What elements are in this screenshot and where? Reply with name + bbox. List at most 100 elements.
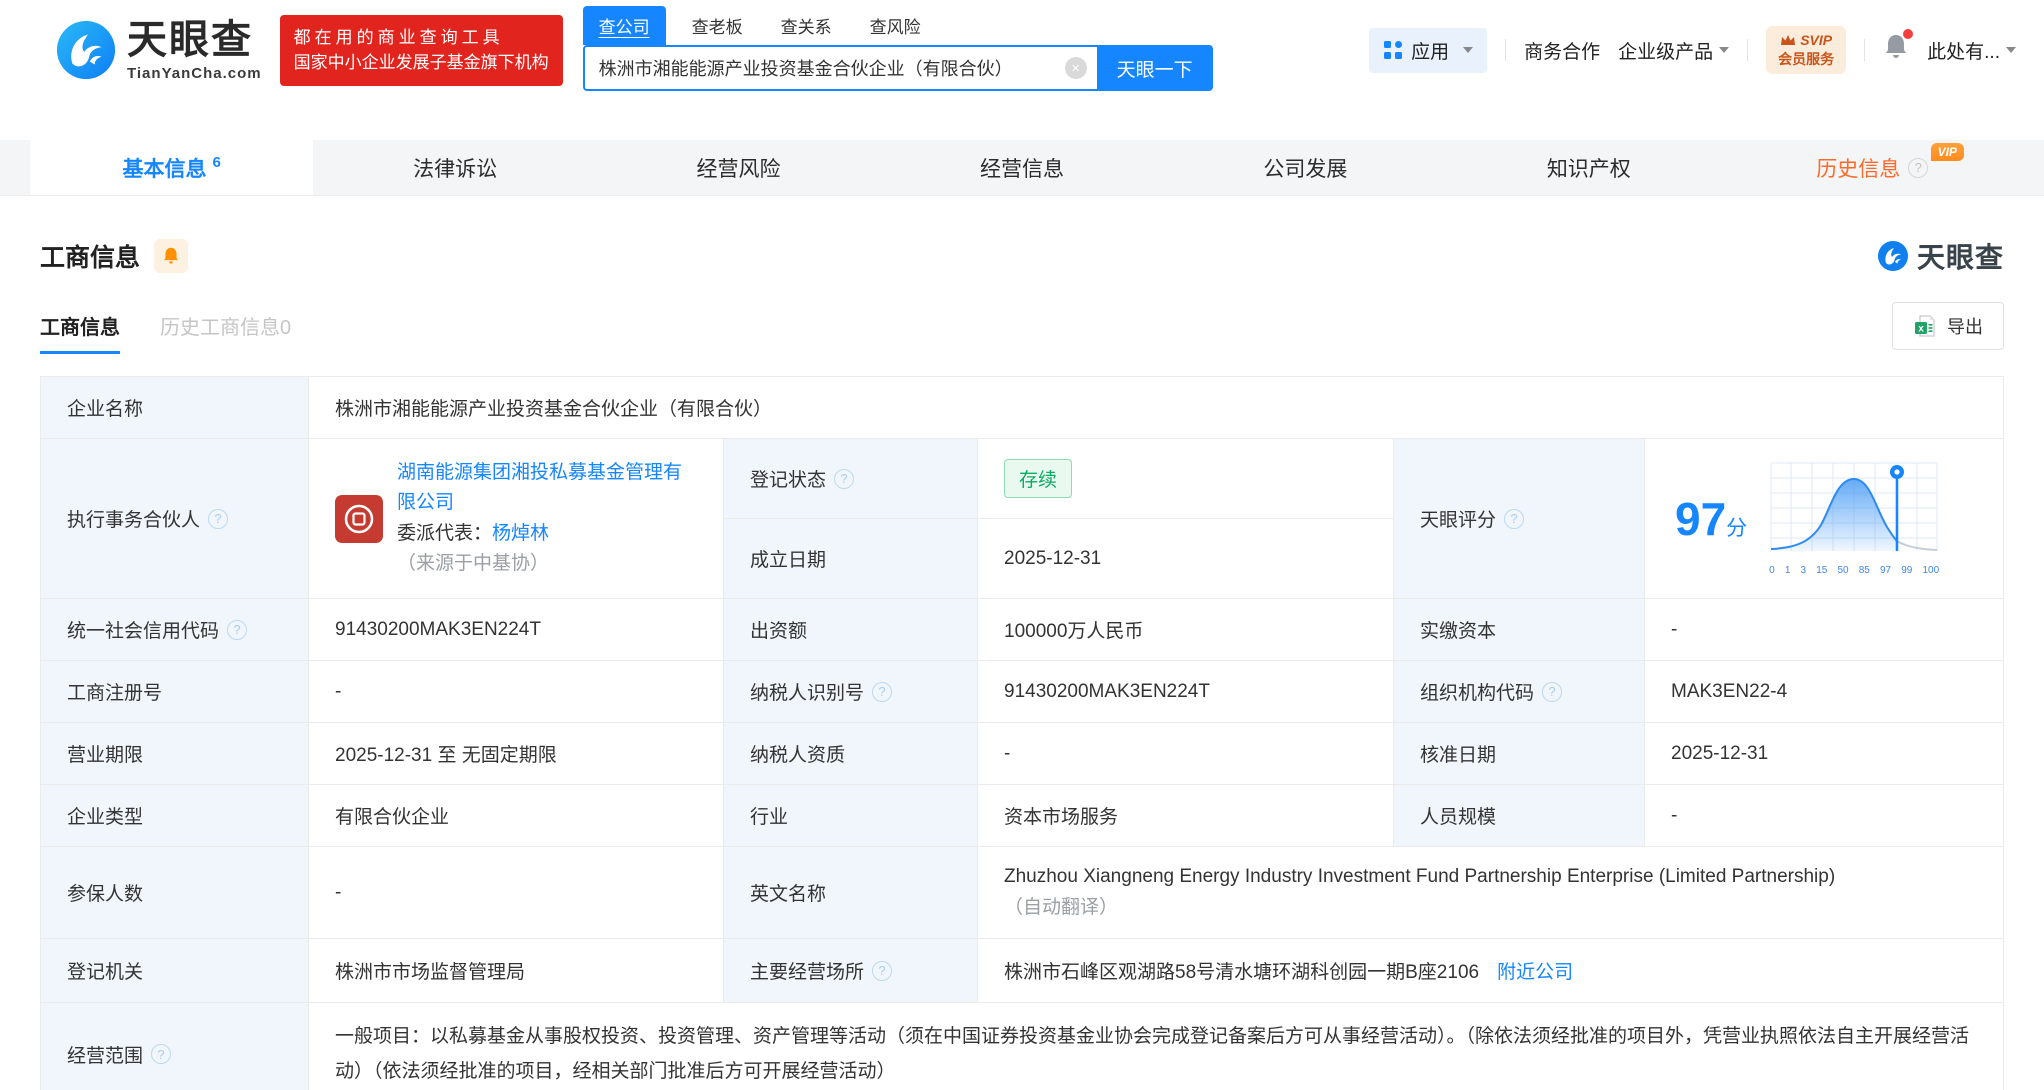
search-input[interactable] xyxy=(598,57,1065,79)
table-row: 参保人数 - 英文名称 Zhuzhou Xiangneng Energy Ind… xyxy=(41,847,2003,939)
bell-icon xyxy=(164,247,178,264)
table-row: 经营范围 一般项目：以私募基金从事股权投资、投资管理、资产管理等活动（须在中国证… xyxy=(41,1003,2003,1090)
company-tab-bar: 基本信息 6 法律诉讼 经营风险 经营信息 公司发展 知识产权 VIP 历史信息 xyxy=(0,140,2044,196)
export-button[interactable]: x 导出 xyxy=(1892,302,2004,350)
value-company-type: 有限合伙企业 xyxy=(309,785,724,846)
tab-intellectual-property[interactable]: 知识产权 xyxy=(1447,140,1730,195)
subtab-business-info[interactable]: 工商信息 xyxy=(40,311,120,354)
status-badge: 存续 xyxy=(1004,459,1073,498)
tab-legal-litigation[interactable]: 法律诉讼 xyxy=(313,140,596,195)
search-tab-company[interactable]: 查公司 xyxy=(582,6,666,45)
business-info-table: 企业名称 株洲市湘能能源产业投资基金合伙企业（有限合伙） 执行事务合伙人 湖南能… xyxy=(40,376,2004,1090)
nav-enterprise-products[interactable]: 企业级产品 xyxy=(1618,37,1730,64)
help-icon[interactable] xyxy=(872,681,893,702)
tianyancha-watermark: 天眼查 xyxy=(1877,236,2004,276)
slogan-badge: 都在用的商业查询工具 国家中小企业发展子基金旗下机构 xyxy=(279,14,563,86)
apps-grid-icon xyxy=(1384,41,1403,59)
tab-operation-info[interactable]: 经营信息 xyxy=(880,140,1163,195)
label-executive-partner: 执行事务合伙人 xyxy=(41,439,309,598)
partner-logo xyxy=(335,494,383,543)
chevron-down-icon xyxy=(1719,47,1730,53)
value-tyc-score: 97分 0 1 3 15 50 85 97 99 100 xyxy=(1645,439,2003,598)
help-icon[interactable] xyxy=(834,468,855,489)
value-credit-code: 91430200MAK3EN224T xyxy=(309,599,724,660)
label-company-type: 企业类型 xyxy=(41,785,309,846)
table-row: 执行事务合伙人 湖南能源集团湘投私募基金管理有限公司 委派代表：杨焯林 （来源于… xyxy=(41,439,2003,599)
value-org-code: MAK3EN22-4 xyxy=(1671,680,1788,702)
value-reg-status: 存续 xyxy=(978,439,1393,518)
label-establish-date: 成立日期 xyxy=(724,519,978,598)
search-button[interactable]: 天眼一下 xyxy=(1096,45,1213,91)
crown-icon xyxy=(1781,35,1796,46)
value-insured-count: - xyxy=(309,847,724,938)
label-english-name: 英文名称 xyxy=(724,847,978,938)
label-business-address: 主要经营场所 xyxy=(724,939,978,1002)
value-english-name: Zhuzhou Xiangneng Energy Industry Invest… xyxy=(1004,866,1836,918)
value-paid-capital: - xyxy=(1671,618,1678,640)
nav-user-menu[interactable]: 此处有... xyxy=(1927,37,2016,64)
label-insured-count: 参保人数 xyxy=(41,847,309,938)
table-row: 统一社会信用代码 91430200MAK3EN224T 出资额 100000万人… xyxy=(41,599,2003,661)
search-area: 查公司 查老板 查关系 查风险 天眼一下 xyxy=(582,6,1213,91)
label-company-name: 企业名称 xyxy=(41,377,309,438)
tab-basic-info[interactable]: 基本信息 6 xyxy=(30,140,314,195)
representative-link[interactable]: 杨焯林 xyxy=(492,523,549,544)
score-distribution-chart: 0 1 3 15 50 85 97 99 100 xyxy=(1769,461,1939,576)
brand-name: 天眼查 xyxy=(127,17,253,62)
value-taxpayer-id: 91430200MAK3EN224T xyxy=(978,661,1394,722)
score-axis-ticks: 0 1 3 15 50 85 97 99 100 xyxy=(1769,565,1940,576)
nearby-companies-link[interactable]: 附近公司 xyxy=(1497,957,1573,984)
label-paid-capital: 实缴资本 xyxy=(1394,599,1645,660)
value-business-scope: 一般项目：以私募基金从事股权投资、投资管理、资产管理等活动（须在中国证券投资基金… xyxy=(335,1026,1970,1083)
help-icon[interactable] xyxy=(208,508,229,529)
value-reg-number: - xyxy=(309,661,724,722)
excel-icon: x xyxy=(1915,315,1935,337)
value-approval-date: 2025-12-31 xyxy=(1671,742,1769,764)
nav-business-cooperation[interactable]: 商务合作 xyxy=(1524,37,1600,64)
partner-company-link[interactable]: 湖南能源集团湘投私募基金管理有限公司 xyxy=(397,462,682,513)
chevron-down-icon xyxy=(1463,47,1474,53)
label-reg-status: 登记状态 xyxy=(724,439,978,518)
tianyancha-logo[interactable]: 天眼查 TianYanCha.com xyxy=(55,19,262,81)
score-number: 97分 xyxy=(1675,492,1748,545)
tab-operation-risk[interactable]: 经营风险 xyxy=(597,140,880,195)
value-business-term: 2025-12-31 至 无固定期限 xyxy=(309,723,724,784)
value-executive-partner: 湖南能源集团湘投私募基金管理有限公司 委派代表：杨焯林 （来源于中基协） xyxy=(309,439,724,598)
search-tab-boss[interactable]: 查老板 xyxy=(680,6,755,45)
value-reg-authority: 株洲市市场监督管理局 xyxy=(309,939,724,1002)
label-contribution: 出资额 xyxy=(724,599,978,660)
help-icon[interactable] xyxy=(1504,508,1525,529)
tab-history-info[interactable]: VIP 历史信息 xyxy=(1731,140,2014,195)
top-nav: 应用 商务合作 企业级产品 SVIP 会员服务 此处有... xyxy=(1369,26,2016,74)
svg-text:x: x xyxy=(1918,324,1924,335)
label-credit-code: 统一社会信用代码 xyxy=(41,599,309,660)
help-icon[interactable] xyxy=(227,619,248,640)
clear-search-icon[interactable] xyxy=(1064,57,1087,79)
help-icon[interactable] xyxy=(1542,681,1563,702)
label-industry: 行业 xyxy=(724,785,978,846)
help-icon[interactable] xyxy=(151,1044,172,1065)
label-taxpayer-quality: 纳税人资质 xyxy=(724,723,978,784)
svip-member-service[interactable]: SVIP 会员服务 xyxy=(1766,26,1847,74)
subtab-history-business-info[interactable]: 历史工商信息0 xyxy=(160,311,291,354)
tab-company-development[interactable]: 公司发展 xyxy=(1164,140,1447,195)
table-row: 企业名称 株洲市湘能能源产业投资基金合伙企业（有限合伙） xyxy=(41,377,2003,439)
label-reg-number: 工商注册号 xyxy=(41,661,309,722)
help-icon[interactable] xyxy=(872,960,893,981)
label-approval-date: 核准日期 xyxy=(1394,723,1645,784)
apps-menu[interactable]: 应用 xyxy=(1369,27,1488,73)
vip-badge: VIP xyxy=(1930,143,1964,161)
search-tab-relation[interactable]: 查关系 xyxy=(769,6,844,45)
label-org-code: 组织机构代码 xyxy=(1394,661,1645,722)
help-icon[interactable] xyxy=(1908,157,1929,178)
notification-bell[interactable] xyxy=(1883,29,1914,67)
table-row: 营业期限 2025-12-31 至 无固定期限 纳税人资质 - 核准日期 202… xyxy=(41,723,2003,785)
label-business-scope: 经营范围 xyxy=(41,1003,309,1090)
brand-domain: TianYanCha.com xyxy=(127,64,262,82)
tab-count: 6 xyxy=(212,154,221,171)
main-content: 工商信息 天眼查 工商信息 历史工商信息0 x 导出 企业名称 株洲市湘能能源产… xyxy=(0,236,2044,1090)
subscribe-bell-button[interactable] xyxy=(154,239,189,273)
search-tab-risk[interactable]: 查风险 xyxy=(858,6,933,45)
table-row: 企业类型 有限合伙企业 行业 资本市场服务 人员规模 - xyxy=(41,785,2003,847)
value-taxpayer-quality: - xyxy=(978,723,1394,784)
